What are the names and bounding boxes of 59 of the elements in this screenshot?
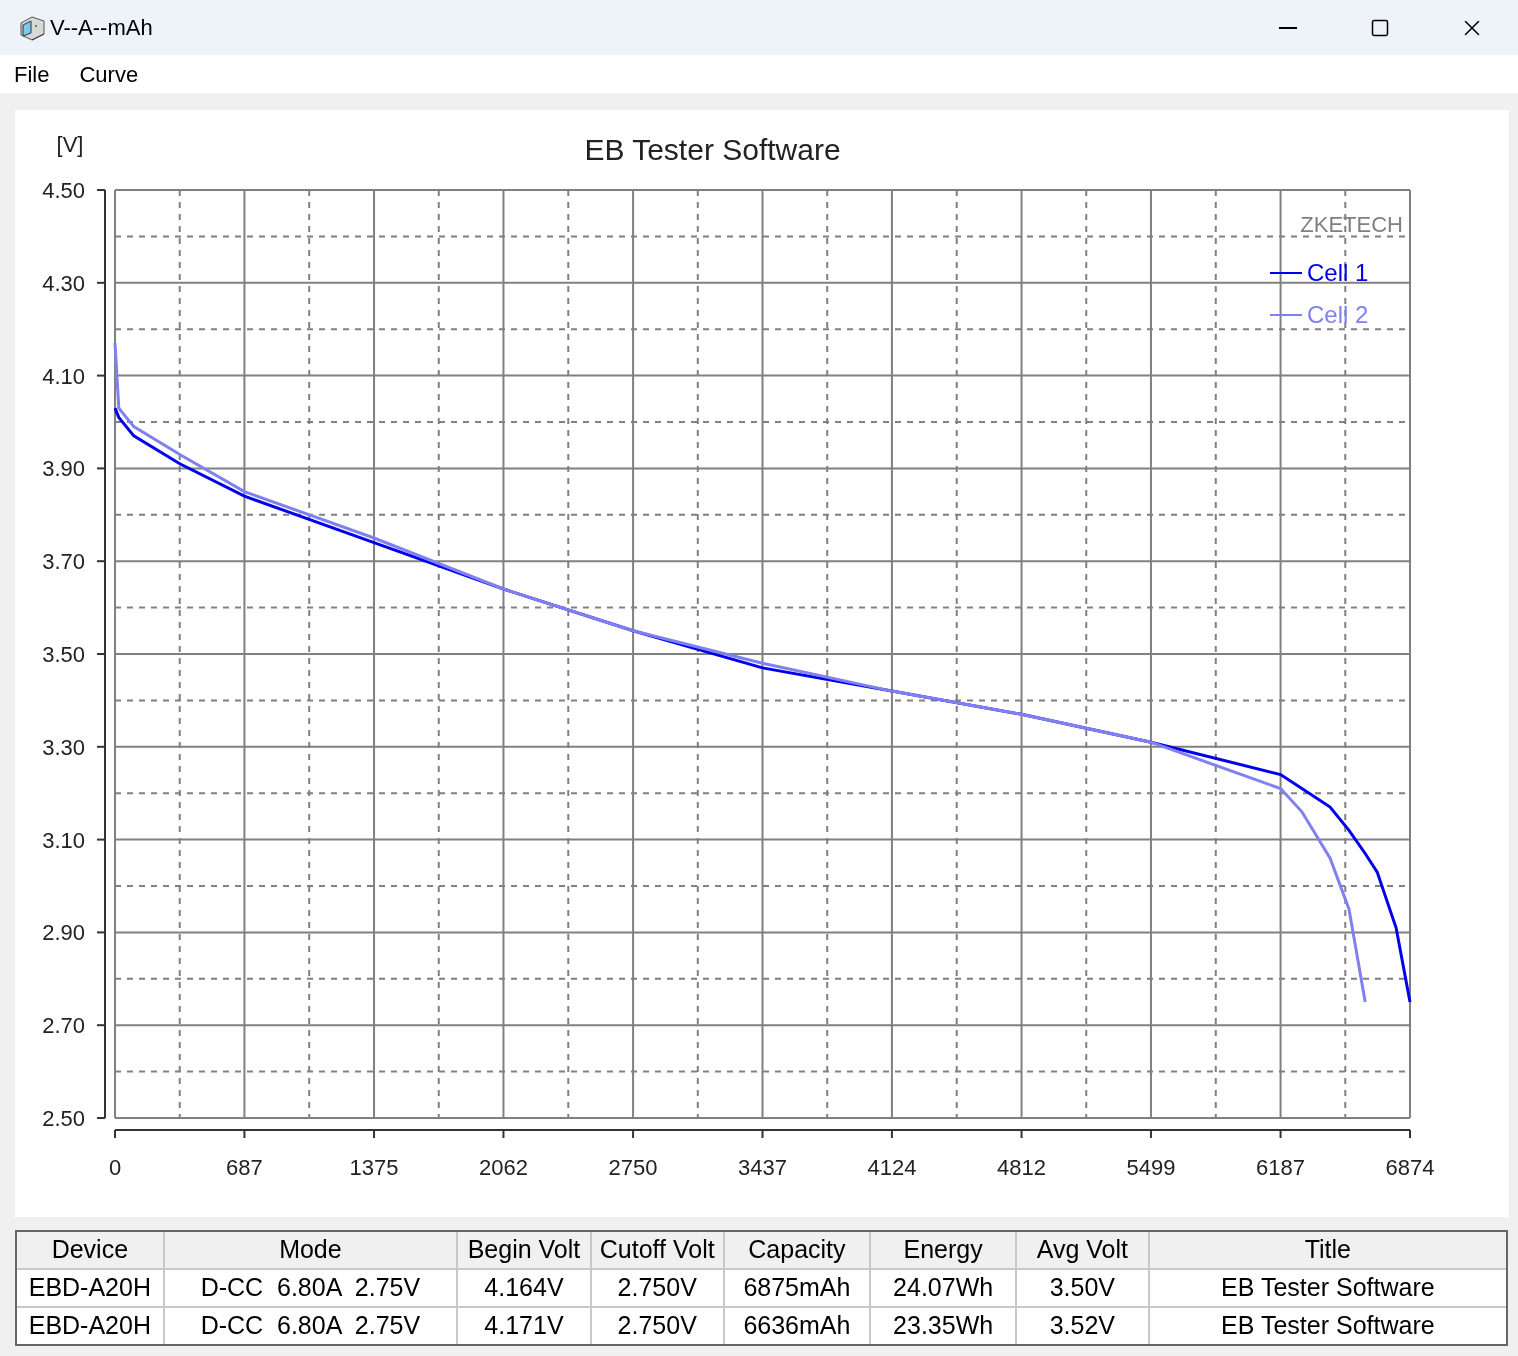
- y-tick-label: 3.70: [42, 549, 85, 575]
- table-cell: 4.164V: [456, 1270, 590, 1306]
- y-tick-label: 2.70: [42, 1013, 85, 1039]
- column-header: Title: [1147, 1232, 1506, 1268]
- table-cell: 3.50V: [1015, 1270, 1148, 1306]
- table-cell: 23.35Wh: [869, 1308, 1015, 1344]
- legend-line: [1269, 272, 1303, 274]
- x-tick-label: 2062: [479, 1155, 528, 1180]
- table-cell: 6875mAh: [722, 1270, 870, 1306]
- legend-line: [1269, 314, 1303, 316]
- x-tick-label: 4124: [867, 1155, 917, 1180]
- table-cell: EB Tester Software: [1147, 1308, 1506, 1344]
- computer-icon: [18, 13, 46, 42]
- x-tick-label: 6187: [1256, 1155, 1306, 1180]
- minimize-icon: [1279, 26, 1297, 29]
- x-tick-label: 6874: [1385, 1155, 1435, 1180]
- x-tick-label: 0: [108, 1155, 122, 1180]
- x-tick-label: 687: [226, 1155, 263, 1180]
- y-axis-unit: [V]: [56, 132, 84, 157]
- table-cell: 6636mAh: [722, 1308, 870, 1344]
- legend-label: Cell 2: [1307, 301, 1369, 328]
- column-header: Device: [50, 1234, 130, 1266]
- y-tick-label: 3.50: [42, 642, 85, 667]
- column-header: Avg Volt: [1015, 1232, 1148, 1268]
- y-tick-label: 2.50: [42, 1106, 85, 1131]
- y-tick-label: 3.30: [42, 734, 85, 760]
- menu-item[interactable]: File: [6, 57, 58, 91]
- table-cell: 2.750V: [589, 1270, 723, 1306]
- window-title: V--A--mAh: [50, 14, 153, 42]
- legend-label: Cell 1: [1307, 259, 1369, 286]
- x-tick-label: 1375: [349, 1155, 399, 1180]
- table-cell: 2.750V: [589, 1308, 723, 1344]
- table-cell: D-CC 6.80A 2.75V: [162, 1308, 457, 1344]
- menu-item[interactable]: Curve: [71, 57, 147, 91]
- table-cell-text: EBD-A20H: [27, 1310, 152, 1342]
- table-cell: D-CC 6.80A 2.75V: [162, 1270, 457, 1306]
- maximize-icon: [1370, 17, 1390, 38]
- y-tick-label: 4.10: [42, 363, 85, 389]
- y-tick-label: 4.50: [42, 178, 85, 203]
- x-tick-label: 2750: [608, 1155, 658, 1180]
- y-tick-label: 3.90: [42, 456, 85, 482]
- column-header: Begin Volt: [456, 1232, 590, 1268]
- x-tick-label: 5499: [1126, 1155, 1176, 1180]
- y-tick-label: 3.10: [42, 827, 85, 853]
- x-tick-label: 3437: [738, 1155, 787, 1180]
- table-cell: EB Tester Software: [1147, 1270, 1506, 1306]
- chart-title: EB Tester Software: [584, 133, 841, 166]
- column-header: Energy: [869, 1232, 1015, 1268]
- table-cell: 3.52V: [1015, 1308, 1148, 1344]
- x-tick-label: 4812: [997, 1155, 1046, 1180]
- column-header: Cutoff Volt: [589, 1232, 723, 1268]
- table-cell-text: EBD-A20H: [27, 1272, 152, 1304]
- column-header: Capacity: [722, 1232, 870, 1268]
- y-tick-label: 2.90: [42, 920, 85, 946]
- brand-label: ZKETECH: [1300, 212, 1403, 237]
- column-header: Mode: [162, 1232, 457, 1268]
- y-tick-label: 4.30: [42, 270, 85, 296]
- table-cell: 4.171V: [456, 1308, 590, 1344]
- table-cell: 24.07Wh: [869, 1270, 1015, 1306]
